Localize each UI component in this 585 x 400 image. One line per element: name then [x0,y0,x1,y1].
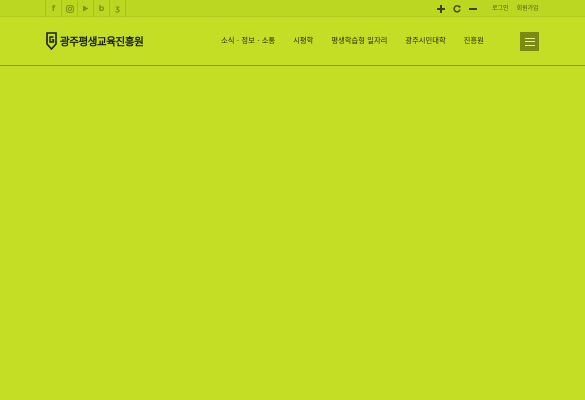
menu-line [524,44,535,46]
kakao-story-icon[interactable]: ʒ [110,0,126,17]
blog-icon[interactable]: b [94,0,110,17]
reset-icon[interactable] [452,0,462,17]
site-logo[interactable]: 광주평생교육진흥원 [46,31,144,51]
nav-item-institute[interactable]: 진흥원 [464,34,484,48]
nav-item-sipyeonghak[interactable]: 시평학 [293,34,313,48]
login-link[interactable]: 로그인 [492,5,509,12]
signup-link[interactable]: 회원가입 [517,5,539,12]
nav-item-jobs[interactable]: 평생학습형 일자리 [331,34,387,48]
menu-line [524,41,535,42]
nav-item-news[interactable]: 소식 · 정보 · 소통 [221,34,275,48]
main-content-area [0,67,585,400]
main-nav: 소식 · 정보 · 소통 시평학 평생학습형 일자리 광주시민대학 진흥원 [221,34,484,48]
nav-item-citizen-college[interactable]: 광주시민대학 [405,34,445,48]
logo-text: 광주평생교육진흥원 [60,35,144,48]
zoom-out-icon[interactable] [468,0,478,17]
utility-links: 로그인 회원가입 [492,0,539,17]
font-size-controls [436,0,478,17]
menu-line [524,37,535,39]
zoom-in-icon[interactable] [436,0,446,17]
instagram-icon[interactable] [62,0,78,17]
facebook-icon[interactable]: f [46,0,62,17]
top-utility-bar: f b ʒ 로그인 회원가입 [0,0,585,17]
site-header: 광주평생교육진흥원 소식 · 정보 · 소통 시평학 평생학습형 일자리 광주시… [0,17,585,66]
social-links: f b ʒ [45,0,126,17]
logo-mark-icon [46,32,57,50]
hamburger-menu-icon[interactable] [520,32,539,51]
youtube-icon[interactable] [78,0,94,17]
